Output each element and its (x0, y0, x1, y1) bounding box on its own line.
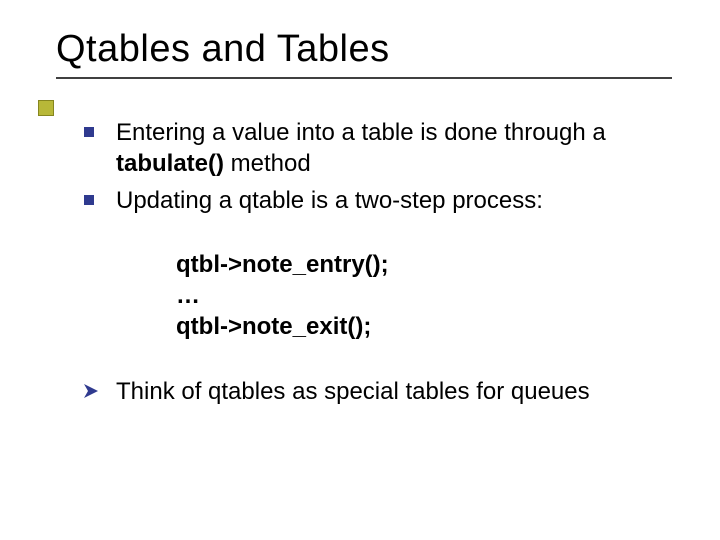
title-underline (56, 77, 672, 79)
list-item: Updating a qtable is a two-step process: (56, 185, 672, 216)
bullet-text-bold: tabulate() (116, 150, 224, 177)
bullet-text: Think of qtables as special tables for q… (116, 376, 590, 407)
slide: Qtables and Tables Entering a value into… (0, 0, 720, 540)
bullet-text: Entering a value into a table is done th… (116, 117, 672, 179)
list-item: Entering a value into a table is done th… (56, 117, 672, 179)
bullet-text-post: method (224, 150, 311, 177)
accent-square-icon (38, 100, 54, 116)
bullet-text-pre: Entering a value into a table is done th… (116, 119, 606, 146)
body: Entering a value into a table is done th… (56, 117, 672, 407)
square-bullet-icon (84, 195, 94, 205)
code-block: qtbl->note_entry(); … qtbl->note_exit(); (176, 249, 672, 343)
code-line: qtbl->note_entry(); (176, 249, 672, 280)
title-block: Qtables and Tables (56, 28, 672, 79)
slide-title: Qtables and Tables (56, 28, 672, 71)
code-line: … (176, 280, 672, 311)
list-item: Think of qtables as special tables for q… (56, 376, 672, 407)
square-bullet-icon (84, 127, 94, 137)
bullet-text: Updating a qtable is a two-step process: (116, 185, 543, 216)
arrow-bullet-icon (84, 384, 98, 398)
code-line: qtbl->note_exit(); (176, 311, 672, 342)
